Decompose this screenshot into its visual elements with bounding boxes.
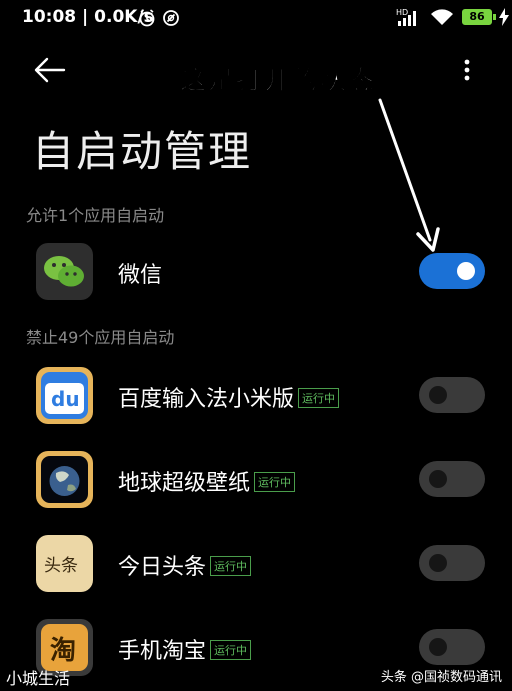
app-name: 微信 [118, 263, 163, 288]
app-row-wechat: 微信 [0, 243, 512, 313]
baidu-input-icon: du [36, 367, 93, 424]
charging-icon [498, 8, 510, 30]
signal-icon: HD [396, 7, 422, 31]
earth-wallpaper-icon [36, 451, 93, 508]
section-header-allowed: 允许1个应用自启动 [26, 206, 165, 225]
toggle-knob [429, 470, 447, 488]
status-badge: 运行中 [210, 556, 252, 576]
watermark-right: 头条 @国祯数码通讯 [380, 670, 502, 685]
battery-tip [493, 14, 496, 20]
arrow-left-icon [34, 57, 66, 83]
autostart-toggle-taobao[interactable] [419, 629, 485, 665]
alarm-icon [139, 9, 179, 27]
app-name: 今日头条 运行中 [118, 549, 252, 581]
more-vertical-icon [464, 59, 470, 81]
toggle-knob [429, 638, 447, 656]
status-bar: 10:08 | 0.0K/s HD 86 [0, 0, 512, 36]
status-badge: 运行中 [210, 640, 252, 660]
wechat-icon [36, 243, 93, 300]
app-row-baidu-input: du 百度输入法小米版 运行中 [0, 367, 512, 437]
watermark-left: 小城生活 [6, 669, 71, 688]
autostart-toggle-wechat[interactable] [419, 253, 485, 289]
status-time: 10:08 | 0.0K/s [22, 7, 154, 27]
wifi-icon [430, 8, 454, 30]
autostart-toggle-earth-wallpaper[interactable] [419, 461, 485, 497]
svg-text:头条: 头条 [44, 556, 78, 576]
separator: | [76, 7, 95, 27]
clock: 10:08 [22, 7, 77, 27]
status-badge: 运行中 [298, 388, 340, 408]
autostart-toggle-toutiao[interactable] [419, 545, 485, 581]
more-options-button[interactable] [462, 58, 472, 88]
app-name: 百度输入法小米版 运行中 [118, 381, 340, 413]
status-icons [138, 9, 182, 31]
page-title: 自启动管理 [32, 127, 253, 176]
battery-level: 86 [469, 10, 485, 23]
svg-text:淘: 淘 [50, 636, 76, 666]
back-button[interactable] [34, 56, 66, 88]
annotation-text: 这是打开的状态 [179, 66, 377, 97]
battery-icon: 86 [462, 9, 492, 25]
toggle-knob [457, 262, 475, 280]
toggle-knob [429, 554, 447, 572]
status-badge: 运行中 [254, 472, 296, 492]
annotation-arrow-icon [378, 98, 440, 252]
app-name: 地球超级壁纸 运行中 [118, 465, 296, 497]
section-header-blocked: 禁止49个应用自启动 [26, 328, 175, 347]
autostart-toggle-baidu-input[interactable] [419, 377, 485, 413]
app-row-earth-wallpaper: 地球超级壁纸 运行中 [0, 451, 512, 521]
toutiao-icon: 头条 [36, 535, 93, 592]
svg-text:du: du [51, 387, 80, 411]
hd-label: HD [396, 8, 408, 17]
app-row-toutiao: 头条 今日头条 运行中 [0, 535, 512, 605]
toggle-knob [429, 386, 447, 404]
app-name: 手机淘宝 运行中 [118, 633, 252, 665]
